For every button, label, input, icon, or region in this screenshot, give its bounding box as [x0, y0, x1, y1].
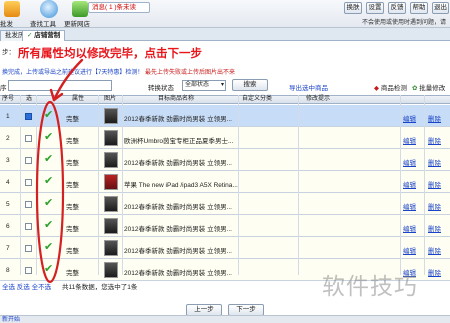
row-number: 7: [6, 245, 10, 252]
row-delete-link[interactable]: 删除: [428, 267, 441, 277]
row-delete-link[interactable]: 删除: [428, 201, 441, 211]
product-thumbnail[interactable]: [104, 152, 118, 168]
column-divider: [298, 95, 299, 275]
chevron-down-icon: ▾: [220, 82, 224, 88]
product-thumbnail[interactable]: [104, 196, 118, 212]
exit-button[interactable]: 退出: [432, 2, 449, 14]
row-number: 3: [6, 157, 10, 164]
product-check-button[interactable]: ◆ 商品检测: [374, 82, 407, 92]
header-product-name: 目标商品名称: [158, 96, 195, 102]
export-selected-link[interactable]: 导出选中商品: [289, 82, 328, 92]
help-button[interactable]: 帮助: [410, 2, 428, 14]
row-edit-link[interactable]: 编辑: [403, 179, 416, 189]
status-start-link[interactable]: 新开始: [2, 314, 20, 323]
row-delete-link[interactable]: 删除: [428, 245, 441, 255]
batch-edit-button[interactable]: ✿ 批量修改: [412, 82, 445, 92]
column-divider: [400, 95, 401, 275]
row-edit-link[interactable]: 编辑: [403, 245, 416, 255]
row-number: 1: [6, 113, 10, 120]
tab-store-copy[interactable]: ✓ 店铺营制: [22, 30, 66, 41]
upload-fail-link[interactable]: 最先上传失败或上传后图片出不来: [145, 70, 235, 76]
batch-edit-label: 批量修改: [419, 85, 446, 92]
tab-store-copy-label: 店铺营制: [34, 32, 61, 39]
wholesale-icon[interactable]: [4, 1, 20, 17]
tab-check-icon: ✓: [27, 32, 33, 39]
row-delete-link[interactable]: 删除: [428, 223, 441, 233]
row-product-name[interactable]: 2012春季新款 劲霸时尚男装 立领男...: [124, 267, 232, 277]
column-divider: [122, 95, 123, 275]
product-thumbnail[interactable]: [104, 174, 118, 190]
column-divider: [238, 95, 239, 275]
row-edit-link[interactable]: 编辑: [403, 157, 416, 167]
row-number: 8: [6, 267, 10, 274]
row-number: 5: [6, 201, 10, 208]
update-store-icon[interactable]: [72, 1, 88, 17]
row-delete-link[interactable]: 删除: [428, 135, 441, 145]
status-label: 转换状态: [148, 85, 174, 92]
row-delete-link[interactable]: 删除: [428, 179, 441, 189]
product-thumbnail[interactable]: [104, 108, 118, 124]
selection-info: 共11条数据，您选中了1条: [62, 284, 138, 291]
status-bar: [0, 315, 450, 323]
status-select-value: 全部状态: [185, 82, 210, 88]
product-thumbnail[interactable]: [104, 218, 118, 234]
row-edit-link[interactable]: 编辑: [403, 223, 416, 233]
row-product-name[interactable]: 欧洲杯Umbro茵宝专柜正品夏季男士...: [124, 135, 233, 145]
feedback-button[interactable]: 反馈: [388, 2, 406, 14]
skin-button[interactable]: 换肤: [344, 2, 362, 14]
status-select[interactable]: 全部状态 ▾: [182, 80, 226, 91]
header-number: 序号: [2, 96, 15, 102]
row-edit-link[interactable]: 编辑: [403, 135, 416, 145]
column-divider: [20, 95, 21, 275]
row-product-name[interactable]: 2012春季新款 劲霸时尚男装 立领男...: [124, 157, 232, 167]
filter-label: 序: [0, 85, 7, 92]
row-product-name[interactable]: 2012春季新款 劲霸时尚男装 立领男...: [124, 113, 232, 123]
product-check-label: 商品检测: [380, 85, 407, 92]
batch-icon: ✿: [412, 85, 418, 92]
step-label: 步：: [2, 49, 15, 56]
settings-button[interactable]: 设置: [366, 2, 384, 14]
tab-strip: [0, 28, 450, 41]
selection-links[interactable]: 全选 反选 全不选: [2, 281, 51, 291]
search-tool-icon[interactable]: [40, 0, 58, 18]
search-button[interactable]: 搜索: [232, 79, 268, 91]
row-product-name[interactable]: 2012春季新款 劲霸时尚男装 立领男...: [124, 245, 232, 255]
row-delete-link[interactable]: 删除: [428, 157, 441, 167]
check-arrow-icon: ◆: [374, 85, 379, 92]
tool-wholesale-label[interactable]: 批发: [0, 18, 13, 28]
product-thumbnail[interactable]: [104, 262, 118, 278]
row-product-name[interactable]: 2012春季新款 劲霸时尚男装 立领男...: [124, 201, 232, 211]
annotation-arrow: [52, 58, 84, 102]
messages-button[interactable]: 消息( 1 )条未读: [88, 2, 150, 13]
annotation-overlay: [35, 58, 84, 284]
column-divider: [424, 95, 425, 275]
row-edit-link[interactable]: 编辑: [403, 113, 416, 123]
row-edit-link[interactable]: 编辑: [403, 201, 416, 211]
row-number: 4: [6, 179, 10, 186]
help-notice[interactable]: 不会使用或使用时遇到问题，请: [362, 17, 446, 26]
tool-search-label[interactable]: 查找工具: [30, 18, 56, 28]
row-number: 6: [6, 223, 10, 230]
annotation-ellipse: [35, 100, 65, 284]
watermark: 软件技巧: [322, 273, 418, 299]
header-custom-category: 自定义分类: [242, 96, 273, 102]
header-image: 图片: [104, 96, 117, 102]
product-thumbnail[interactable]: [104, 130, 118, 146]
row-number: 2: [6, 135, 10, 142]
header-edit-hint: 修改提示: [306, 96, 331, 102]
product-thumbnail[interactable]: [104, 240, 118, 256]
tool-update-label[interactable]: 更新网店: [64, 18, 90, 28]
row-product-name[interactable]: 苹果 The new iPad /ipad3 A5X Retina...: [124, 179, 238, 189]
row-delete-link[interactable]: 删除: [428, 113, 441, 123]
row-product-name[interactable]: 2012春季新款 劲霸时尚男装 立领男...: [124, 223, 232, 233]
